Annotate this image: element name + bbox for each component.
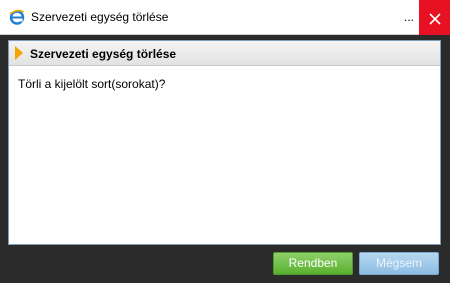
panel-title: Szervezeti egység törlése bbox=[30, 47, 177, 61]
arrow-right-icon bbox=[15, 46, 23, 60]
ie-icon bbox=[9, 9, 25, 25]
window-title: Szervezeti egység törlése bbox=[31, 10, 169, 24]
dialog-window: Szervezeti egység törlése ... Szervezeti… bbox=[0, 0, 450, 283]
title-bar[interactable]: Szervezeti egység törlése ... bbox=[0, 0, 450, 35]
panel-header: Szervezeti egység törlése bbox=[9, 41, 440, 66]
more-button[interactable]: ... bbox=[398, 8, 420, 26]
cancel-button[interactable]: Mégsem bbox=[359, 252, 439, 275]
confirmation-message: Törli a kijelölt sort(sorokat)? bbox=[18, 77, 166, 91]
close-icon bbox=[428, 12, 441, 25]
ok-button[interactable]: Rendben bbox=[273, 252, 353, 275]
close-button[interactable] bbox=[419, 0, 450, 35]
dialog-panel: Szervezeti egység törlése Törli a kijelö… bbox=[8, 40, 441, 245]
